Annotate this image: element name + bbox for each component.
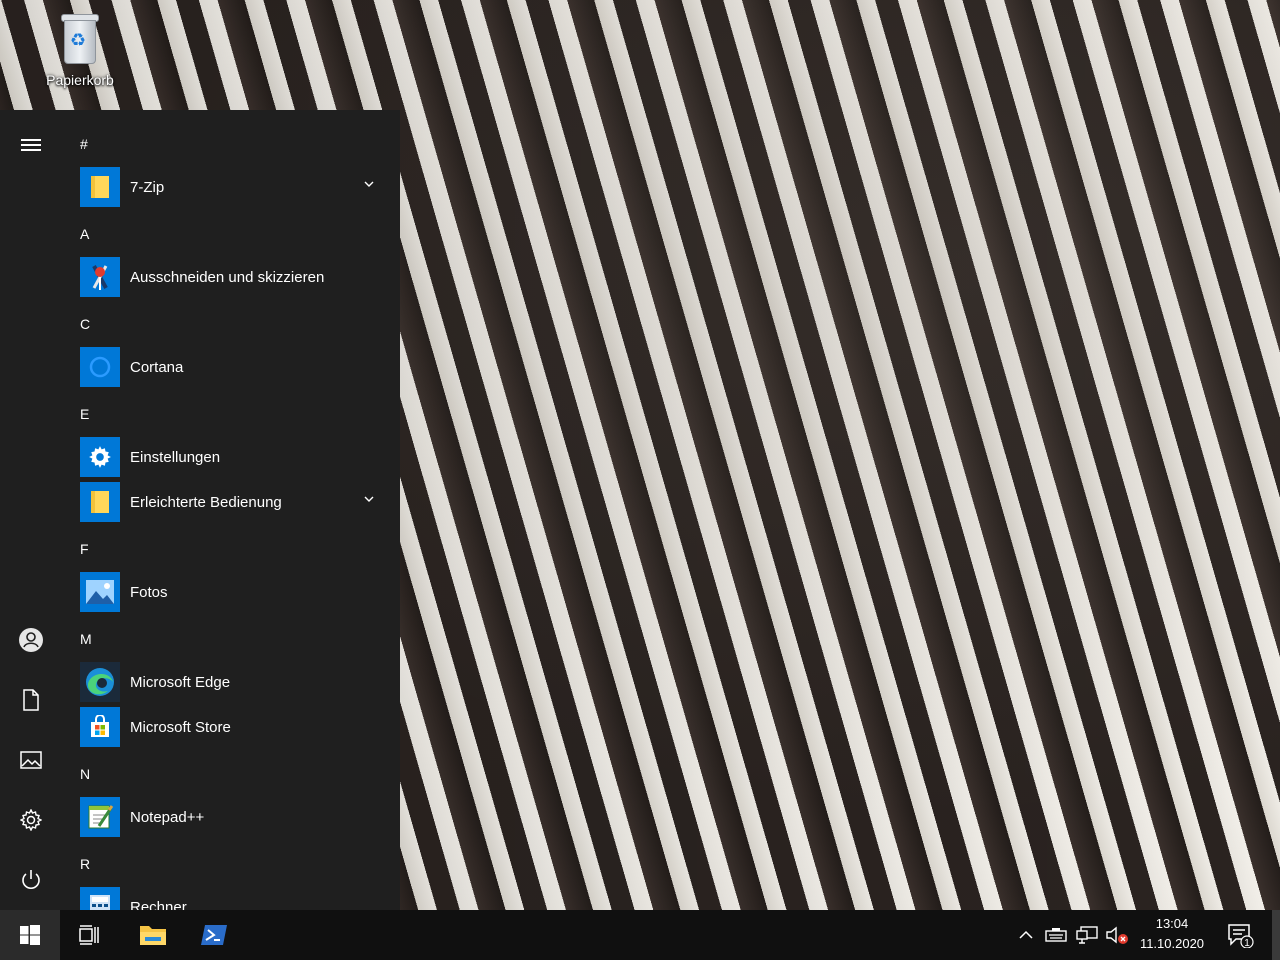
taskbar: 13:04 11.10.2020 1 xyxy=(0,910,1280,960)
start-menu-rail xyxy=(0,110,62,910)
app-erleichterte-bedienung[interactable]: Erleichterte Bedienung xyxy=(80,481,390,523)
edge-icon xyxy=(80,662,120,702)
gear-icon xyxy=(80,437,120,477)
group-header-n[interactable]: N xyxy=(80,759,120,789)
volume-tray-button[interactable] xyxy=(1103,910,1131,960)
action-center-button[interactable]: 1 xyxy=(1222,910,1258,960)
show-desktop-button[interactable] xyxy=(1272,910,1280,960)
hamburger-icon xyxy=(21,136,41,154)
app-rechner[interactable]: Rechner xyxy=(80,886,390,910)
chevron-up-icon xyxy=(1019,930,1033,939)
folder-icon xyxy=(80,482,120,522)
recycle-bin-shortcut[interactable]: ♻ Papierkorb xyxy=(40,10,120,88)
app-label: Cortana xyxy=(130,358,184,376)
powershell-button[interactable] xyxy=(184,910,244,960)
gear-icon xyxy=(20,809,42,831)
app-cortana[interactable]: Cortana xyxy=(80,346,390,388)
group-header-hash[interactable]: # xyxy=(80,129,120,159)
app-label: Fotos xyxy=(130,583,168,601)
notification-icon: 1 xyxy=(1228,924,1254,948)
group-header-e[interactable]: E xyxy=(80,399,120,429)
document-icon xyxy=(23,689,39,711)
recycle-bin-icon: ♻ xyxy=(58,10,102,66)
snip-sketch-icon xyxy=(80,257,120,297)
photos-icon xyxy=(80,572,120,612)
network-tray-button[interactable] xyxy=(1073,910,1101,960)
app-label: Erleichterte Bedienung xyxy=(130,493,282,511)
chevron-down-icon[interactable] xyxy=(364,179,374,189)
group-header-a[interactable]: A xyxy=(80,219,120,249)
app-label: Einstellungen xyxy=(130,448,221,466)
app-label: Rechner xyxy=(130,898,187,911)
notification-count: 1 xyxy=(1244,938,1250,948)
app-fotos[interactable]: Fotos xyxy=(80,571,390,613)
app-label: Ausschneiden und skizzieren xyxy=(130,268,325,286)
taskbar-clock[interactable]: 13:04 11.10.2020 xyxy=(1136,914,1208,954)
user-account-button[interactable] xyxy=(0,616,62,664)
volume-muted-icon xyxy=(1106,926,1128,944)
notepad-plus-plus-icon xyxy=(80,797,120,837)
start-menu: # A C E F M N R 7-Zip Ausschneiden und s… xyxy=(0,110,400,910)
group-header-f[interactable]: F xyxy=(80,534,120,564)
task-view-button[interactable] xyxy=(60,910,120,960)
file-explorer-button[interactable] xyxy=(123,910,183,960)
keyboard-icon xyxy=(1045,928,1067,942)
app-label: Microsoft Store xyxy=(130,718,231,736)
folder-icon xyxy=(80,167,120,207)
clock-time: 13:04 xyxy=(1155,916,1189,931)
documents-button[interactable] xyxy=(0,676,62,724)
app-label: 7-Zip xyxy=(130,178,165,196)
app-einstellungen[interactable]: Einstellungen xyxy=(80,436,390,478)
app-label: Notepad++ xyxy=(130,808,205,826)
calculator-icon xyxy=(80,887,120,910)
pictures-button[interactable] xyxy=(0,736,62,784)
app-snip-sketch[interactable]: Ausschneiden und skizzieren xyxy=(80,256,390,298)
settings-button[interactable] xyxy=(0,796,62,844)
app-label: Microsoft Edge xyxy=(130,673,231,691)
powershell-icon xyxy=(201,925,227,945)
group-header-c[interactable]: C xyxy=(80,309,120,339)
power-button[interactable] xyxy=(0,856,62,904)
pictures-icon xyxy=(20,751,42,769)
keyboard-tray-button[interactable] xyxy=(1042,910,1070,960)
expand-menu-button[interactable] xyxy=(0,121,62,169)
show-hidden-icons-button[interactable] xyxy=(1014,910,1038,960)
windows-logo-icon xyxy=(20,925,40,945)
app-microsoft-edge[interactable]: Microsoft Edge xyxy=(80,661,390,703)
app-7zip[interactable]: 7-Zip xyxy=(80,166,390,208)
start-button[interactable] xyxy=(0,910,60,960)
recycle-bin-label: Papierkorb xyxy=(46,72,114,88)
group-header-r[interactable]: R xyxy=(80,849,120,879)
group-header-m[interactable]: M xyxy=(80,624,120,654)
task-view-icon xyxy=(79,925,99,945)
cortana-icon xyxy=(80,347,120,387)
power-icon xyxy=(22,870,40,889)
app-microsoft-store[interactable]: Microsoft Store xyxy=(80,706,390,748)
clock-date: 11.10.2020 xyxy=(1139,936,1205,951)
user-icon xyxy=(19,628,43,652)
app-notepad-plus-plus[interactable]: Notepad++ xyxy=(80,796,390,838)
store-icon xyxy=(80,707,120,747)
file-explorer-icon xyxy=(140,926,166,945)
chevron-down-icon[interactable] xyxy=(364,494,374,504)
network-icon xyxy=(1076,926,1098,944)
